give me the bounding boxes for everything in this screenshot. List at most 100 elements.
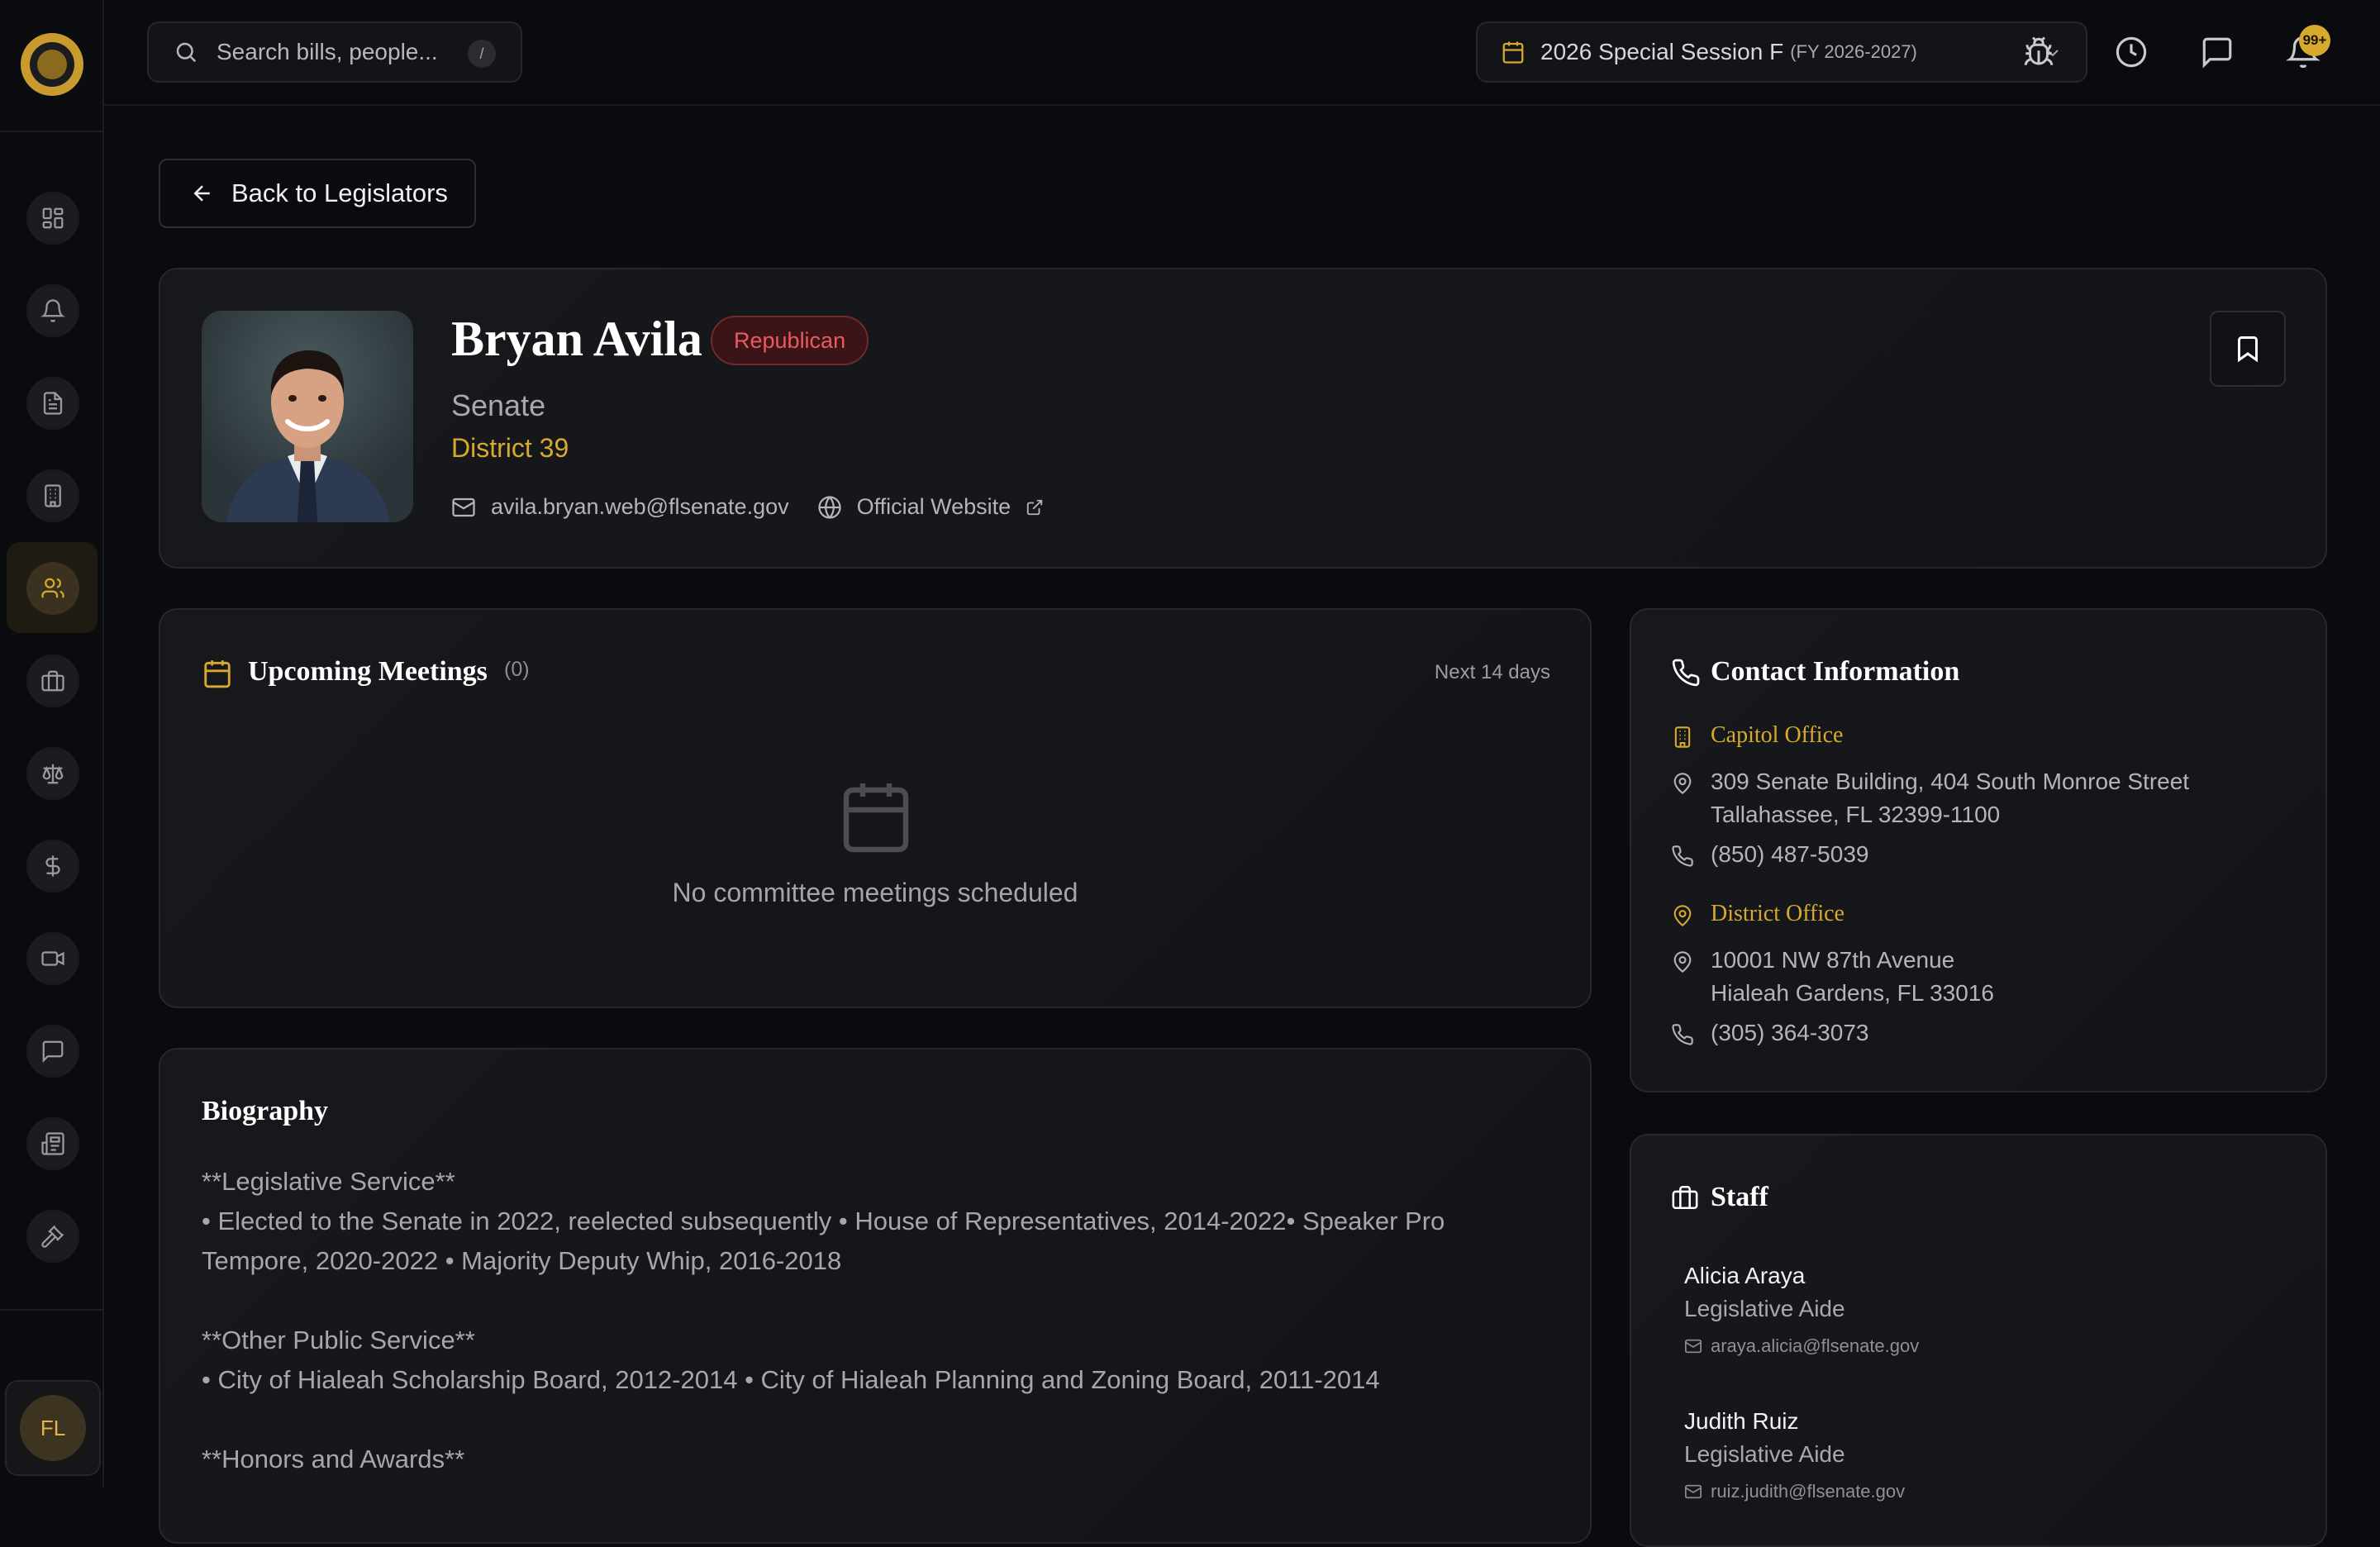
- newspaper-icon: [41, 1132, 64, 1155]
- phone-icon: [1672, 659, 1700, 687]
- search-input[interactable]: Search bills, people... /: [147, 21, 522, 83]
- biography-text: **Legislative Service** • Elected to the…: [202, 1167, 1445, 1473]
- calendar-icon: [1502, 41, 1524, 64]
- mail-icon: [1685, 1484, 1702, 1499]
- back-to-legislators-button[interactable]: Back to Legislators: [159, 159, 476, 228]
- globe-icon: [818, 495, 841, 519]
- meetings-empty-message: No committee meetings scheduled: [672, 878, 1078, 907]
- map-pin-icon: [1673, 773, 1692, 794]
- top-bar: Search bills, people... / 2026 Special S…: [104, 0, 2380, 106]
- phone-icon: [1672, 1024, 1693, 1045]
- capitol-phone[interactable]: (850) 487-5039: [1711, 838, 1868, 871]
- sidebar-item-video[interactable]: [26, 932, 79, 985]
- bookmark-button[interactable]: [2210, 311, 2286, 387]
- sidebar-item-laws[interactable]: [26, 747, 79, 800]
- bug-report-button[interactable]: [2020, 33, 2058, 71]
- capitol-address-line1: 309 Senate Building, 404 South Monroe St…: [1711, 769, 2190, 794]
- staff-email-text: ruiz.judith@flsenate.gov: [1711, 1481, 1906, 1502]
- contact-title: Contact Information: [1711, 656, 1960, 687]
- sidebar-divider: [0, 131, 102, 132]
- calendar-icon: [204, 660, 231, 688]
- email-text: avila.bryan.web@flsenate.gov: [491, 494, 789, 519]
- biography-title: Biography: [202, 1096, 329, 1126]
- phone-icon: [1672, 845, 1693, 867]
- sidebar-item-budget[interactable]: [26, 840, 79, 892]
- sidebar-item-bills[interactable]: [26, 377, 79, 430]
- staff-member-role: Legislative Aide: [1684, 1441, 1845, 1467]
- party-badge: Republican: [711, 316, 869, 365]
- sidebar-item-legislators[interactable]: [26, 562, 79, 615]
- contact-information-card: Contact Information Capitol Office 309 S…: [1630, 608, 2327, 1092]
- building-icon: [1674, 726, 1691, 748]
- dollar-icon: [45, 855, 60, 877]
- search-placeholder: Search bills, people...: [217, 39, 438, 64]
- history-button[interactable]: [2112, 33, 2150, 71]
- user-menu[interactable]: FL: [5, 1380, 101, 1476]
- sidebar-item-news[interactable]: [26, 1117, 79, 1170]
- staff-title: Staff: [1711, 1182, 1768, 1212]
- search-shortcut-key: /: [468, 40, 496, 68]
- sidebar: FL: [0, 0, 104, 1488]
- legislator-district: District 39: [451, 433, 569, 463]
- dashboard-icon: [42, 207, 64, 229]
- notification-badge: 99+: [2299, 25, 2330, 56]
- biography-card: Biography **Legislative Service** • Elec…: [159, 1048, 1592, 1544]
- user-avatar: FL: [20, 1395, 86, 1461]
- staff-email-text: araya.alicia@flsenate.gov: [1711, 1335, 1920, 1356]
- bookmark-icon: [2238, 336, 2258, 363]
- briefcase-icon: [41, 670, 64, 692]
- search-icon: [176, 42, 197, 63]
- calendar-empty-icon: [843, 783, 909, 853]
- bug-icon: [2024, 36, 2054, 65]
- app-logo[interactable]: [21, 33, 83, 96]
- external-link-icon: [1027, 499, 1043, 515]
- legislator-name: Bryan Avila: [451, 312, 702, 366]
- users-icon: [41, 578, 64, 598]
- sidebar-item-messages[interactable]: [26, 1025, 79, 1078]
- scale-icon: [42, 764, 64, 784]
- session-name: 2026 Special Session F: [1540, 39, 1784, 64]
- legislator-chamber: Senate: [451, 388, 546, 422]
- district-phone[interactable]: (305) 364-3073: [1711, 1016, 1868, 1050]
- email-link[interactable]: avila.bryan.web@flsenate.gov: [451, 494, 789, 520]
- legislator-profile-card: Bryan Avila Republican Senate District 3…: [159, 268, 2327, 569]
- back-button-label: Back to Legislators: [231, 178, 448, 207]
- bell-icon: [40, 299, 65, 322]
- briefcase-icon: [1672, 1185, 1698, 1210]
- staff-card: Staff Alicia Araya Legislative Aide aray…: [1630, 1134, 2327, 1547]
- mail-icon: [452, 497, 475, 516]
- profile-contact-links: avila.bryan.web@flsenate.gov Official We…: [451, 494, 1072, 520]
- chat-button[interactable]: [2198, 33, 2236, 71]
- official-website-link[interactable]: Official Website: [817, 494, 1045, 520]
- legislator-photo: [202, 311, 413, 522]
- message-icon: [42, 1040, 64, 1063]
- sidebar-divider: [0, 1309, 102, 1311]
- meetings-title: Upcoming Meetings: [248, 656, 488, 687]
- staff-member-name: Alicia Araya: [1684, 1263, 1806, 1288]
- district-address-line2: Hialeah Gardens, FL 33016: [1711, 980, 1994, 1006]
- session-fiscal-year: (FY 2026-2027): [1790, 41, 1917, 62]
- sidebar-item-dashboard[interactable]: [26, 192, 79, 245]
- sidebar-item-alerts[interactable]: [26, 284, 79, 337]
- building-icon: [45, 484, 61, 507]
- map-pin-icon: [1673, 905, 1692, 926]
- staff-member-email[interactable]: ruiz.judith@flsenate.gov: [1684, 1481, 1905, 1502]
- district-office-label: District Office: [1711, 901, 1844, 926]
- meetings-range: Next 14 days: [1434, 661, 1550, 683]
- video-icon: [41, 951, 64, 966]
- session-selector[interactable]: 2026 Special Session F (FY 2026-2027): [1476, 21, 2087, 83]
- map-pin-icon: [1673, 951, 1692, 973]
- website-text: Official Website: [856, 494, 1011, 519]
- sidebar-item-lobbyists[interactable]: [26, 654, 79, 707]
- staff-member-email[interactable]: araya.alicia@flsenate.gov: [1684, 1335, 1919, 1357]
- staff-member-name: Judith Ruiz: [1684, 1408, 1799, 1434]
- sidebar-item-committees[interactable]: [26, 469, 79, 522]
- gavel-icon: [41, 1225, 64, 1248]
- capitol-address-line2: Tallahassee, FL 32399-1100: [1711, 802, 2001, 827]
- mail-icon: [1685, 1339, 1702, 1354]
- message-icon: [2202, 37, 2232, 69]
- sidebar-item-tools[interactable]: [26, 1210, 79, 1263]
- district-address-line1: 10001 NW 87th Avenue: [1711, 947, 1955, 973]
- staff-member-role: Legislative Aide: [1684, 1296, 1845, 1321]
- upcoming-meetings-card: Upcoming Meetings (0) Next 14 days No co…: [159, 608, 1592, 1008]
